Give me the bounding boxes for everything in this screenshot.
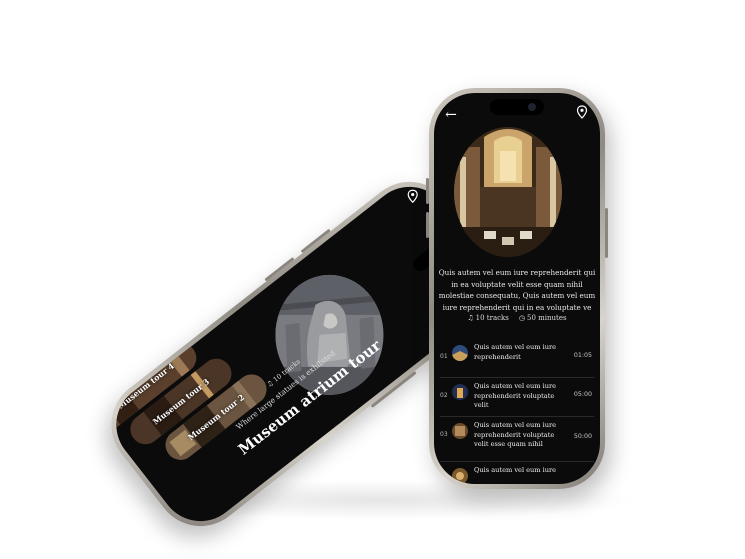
track-row[interactable]: 02 Quis autem vel eum iure reprehenderit… — [440, 378, 594, 417]
track-number: 03 — [440, 431, 448, 438]
track-number: 02 — [440, 392, 448, 399]
museum-hall-hero-image — [454, 127, 562, 257]
track-row[interactable]: Quis autem vel eum iure — [440, 462, 594, 484]
track-row[interactable]: 01 Quis autem vel eum iure reprehenderit… — [440, 339, 594, 378]
track-number: 01 — [440, 353, 448, 360]
track-row[interactable]: 03 Quis autem vel eum iure reprehenderit… — [440, 417, 594, 462]
track-title: Quis autem vel eum iure — [474, 466, 557, 474]
tour-description: Quis autem vel eum iure reprehenderit qu… — [438, 268, 596, 312]
tour-detail-screen: ← Quis autem vel eum iure reprehenderit … — [434, 93, 600, 484]
track-duration: 01:05 — [573, 352, 592, 359]
dynamic-island — [490, 99, 544, 115]
phone-mockup-right: ← Quis autem vel eum iure reprehenderit … — [426, 88, 608, 489]
track-duration: 50:00 — [573, 433, 592, 440]
tour-meta: ♫ 10 tracks ◷ 50 minutes — [434, 314, 600, 322]
tracks-count: 10 tracks — [475, 314, 509, 322]
track-list: 01 Quis autem vel eum iure reprehenderit… — [440, 339, 594, 484]
track-thumbnail — [452, 384, 468, 400]
track-thumbnail — [452, 345, 468, 361]
headphones-icon: ♫ — [467, 314, 474, 322]
track-duration: 05:00 — [573, 391, 592, 398]
track-thumbnail — [452, 468, 468, 484]
track-title: Quis autem vel eum iure reprehenderit vo… — [474, 382, 557, 410]
clock-icon: ◷ — [518, 314, 526, 322]
track-title: Quis autem vel eum iure reprehenderit vo… — [474, 421, 557, 449]
track-title: Quis autem vel eum iure reprehenderit — [474, 343, 557, 361]
location-pin-icon[interactable] — [576, 105, 588, 119]
location-pin-icon[interactable] — [407, 189, 419, 204]
track-thumbnail — [452, 423, 468, 439]
tour-duration: 50 minutes — [527, 314, 567, 322]
back-arrow-icon[interactable]: ← — [442, 107, 460, 123]
